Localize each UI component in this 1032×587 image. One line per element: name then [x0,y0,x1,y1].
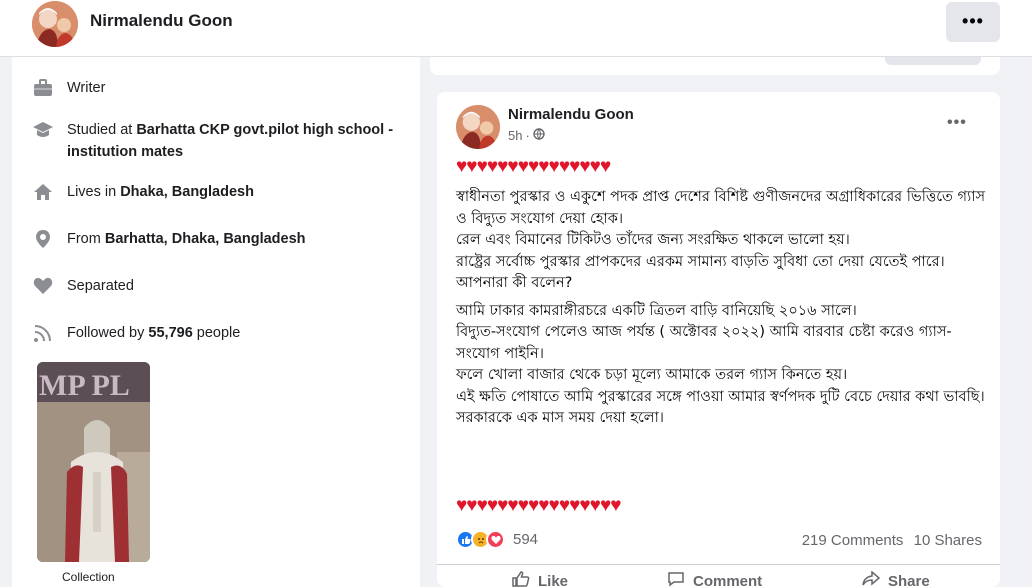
intro-from-text: From Barhatta, Dhaka, Bangladesh [67,231,306,247]
post-author-avatar[interactable] [456,105,500,149]
heart-icon [32,275,54,297]
shares-count[interactable]: 10 Shares [914,532,982,549]
intro-item-education: Studied at Barhatta CKP govt.pilot high … [32,119,412,163]
meta-separator: · [525,128,530,143]
share-arrow-icon [862,570,888,587]
home-icon [32,181,54,203]
reaction-count: 594 [513,531,539,548]
photo-sign-text: MP PL [39,369,130,402]
post-author-name[interactable]: Nirmalendu Goon [508,106,634,123]
previous-post-card [430,57,1000,75]
like-button[interactable]: Like [512,571,568,587]
rss-icon [32,322,54,344]
profile-name[interactable]: Nirmalendu Goon [90,11,233,31]
graduation-cap-icon [32,119,54,141]
intro-followers-text: Followed by 55,796 people [67,325,241,341]
post-paragraph: আমি ঢাকার কামরাঙ্গীরচরে একটি ত্রিতল বাড়… [456,302,985,427]
featured-photo[interactable]: MP PL [37,362,150,562]
post-time[interactable]: 5h [508,128,522,143]
intro-education-text: Studied at Barhatta CKP govt.pilot high … [67,122,394,160]
intro-lives-text: Lives in Dhaka, Bangladesh [67,184,254,200]
post-card: Nirmalendu Goon 5h · ••• ♥♥♥♥♥♥♥♥♥♥♥♥♥♥♥… [437,92,1000,587]
location-pin-icon [32,228,54,250]
intro-relationship-text: Separated [67,278,134,294]
profile-header: Nirmalendu Goon ••• [0,0,1032,57]
from-link[interactable]: Barhatta, Dhaka, Bangladesh [105,231,306,247]
post-body: স্বাধীনতা পুরস্কার ও একুশে পদক প্রাপ্ত দ… [456,187,986,436]
post-actions: Like Comment Share [437,564,1000,587]
intro-item-lives: Lives in Dhaka, Bangladesh [32,181,254,203]
profile-avatar[interactable] [32,1,78,47]
intro-item-relationship: Separated [32,275,134,297]
post-stats: 219 Comments 10 Shares [796,532,982,549]
more-options-button[interactable]: ••• [946,2,1000,42]
reactions-summary[interactable]: 594 [456,530,538,549]
intro-item-from: From Barhatta, Dhaka, Bangladesh [32,228,306,250]
comments-count[interactable]: 219 Comments [802,532,904,549]
share-button[interactable]: Share [862,570,930,587]
intro-card: Writer Studied at Barhatta CKP govt.pilo… [12,57,420,587]
post-more-options-button[interactable]: ••• [947,114,967,132]
post-paragraph: স্বাধীনতা পুরস্কার ও একুশে পদক প্রাপ্ত দ… [456,189,986,291]
love-reaction-icon [486,530,505,549]
share-label: Share [888,572,930,587]
briefcase-icon [32,77,54,99]
hearts-decoration-top: ♥♥♥♥♥♥♥♥♥♥♥♥♥♥♥ [456,156,611,177]
lives-link[interactable]: Dhaka, Bangladesh [120,184,254,200]
thumbs-up-icon [512,571,538,587]
followers-count[interactable]: 55,796 [148,325,192,341]
photo-caption: Collection [62,570,115,584]
comment-label: Comment [693,572,763,587]
globe-icon [533,128,545,143]
intro-work-text: Writer [67,80,106,96]
post-meta: 5h · [508,128,545,143]
intro-item-followers: Followed by 55,796 people [32,322,240,344]
previous-post-button[interactable] [885,57,981,65]
like-label: Like [538,572,569,587]
intro-item-work: Writer [32,77,105,99]
comment-icon [667,571,693,587]
comment-button[interactable]: Comment [667,571,762,587]
hearts-decoration-bottom: ♥♥♥♥♥♥♥♥♥♥♥♥♥♥♥♥ [456,495,621,516]
